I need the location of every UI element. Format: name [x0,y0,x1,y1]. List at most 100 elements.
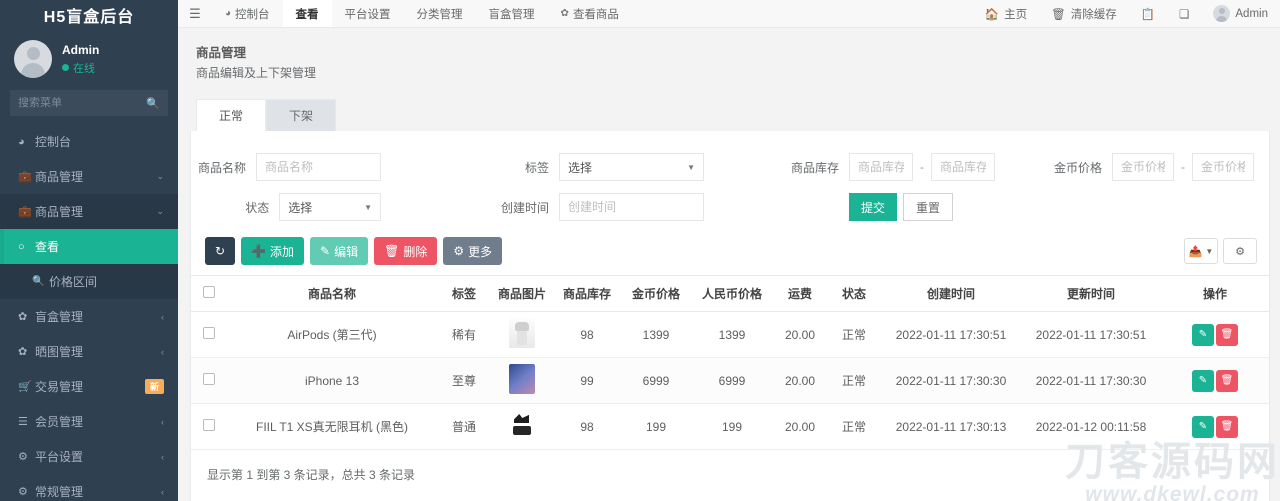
more-button[interactable]: ⚙ 更多 [443,237,502,265]
sidebar-item-label: 商品管理 [35,168,156,185]
tab-platform-settings[interactable]: 平台设置 [332,0,404,27]
coin-price-to-input[interactable] [1192,153,1254,181]
user-menu[interactable]: Admin [1201,0,1280,27]
row-select-cell[interactable] [191,404,227,450]
expand-icon: ❏ [1179,7,1189,21]
status-badge: 新 [145,379,164,394]
plus-icon: ➕ [251,244,266,258]
row-select-cell[interactable] [191,312,227,358]
tab-blindbox-management[interactable]: 盲盒管理 [476,0,548,27]
sidebar-item-label: 会员管理 [35,413,161,430]
sidebar-item-photo-management[interactable]: ✿ 晒图管理 ‹ [0,334,178,369]
online-dot-icon [62,64,69,71]
row-checkbox[interactable] [203,373,215,385]
column-product-name[interactable]: 商品名称 [227,276,437,312]
table-row[interactable]: iPhone 13 至尊 99 6999 6999 20.00 正常 2022-… [191,358,1269,404]
pencil-icon: ✎ [1199,375,1207,386]
table-row[interactable]: FIIL T1 XS真无限耳机 (黑色) 普通 98 199 199 20.00… [191,404,1269,450]
row-delete-button[interactable]: 🗑 [1216,416,1238,438]
cell-shipping: 20.00 [773,358,827,404]
tab-dashboard[interactable]: ◕ 控制台 [212,0,283,27]
column-select-all[interactable] [191,276,227,312]
status-select[interactable]: 选择 ▼ [279,193,381,221]
home-button[interactable]: 🏠 主页 [973,0,1039,27]
sidebar-item-platform-settings[interactable]: ⚙ 平台设置 ‹ [0,439,178,474]
table-row[interactable]: AirPods (第三代) 稀有 98 1399 1399 20.00 正常 2… [191,312,1269,358]
row-delete-button[interactable]: 🗑 [1216,324,1238,346]
sidebar-item-view[interactable]: ○ 查看 [0,229,178,264]
column-shipping[interactable]: 运费 [773,276,827,312]
tag-label: 标签 [499,159,559,176]
sidebar-item-general-management[interactable]: ⚙ 常规管理 ‹ [0,474,178,501]
tag-select[interactable]: 选择 ▼ [559,153,704,181]
sidebar-item-transaction-management[interactable]: 🛒 交易管理 新 [0,369,178,404]
create-time-input[interactable] [559,193,704,221]
hamburger-menu-icon[interactable]: ☰ [178,0,212,27]
profile-status: 在线 [62,60,99,76]
pencil-icon: ✎ [1199,421,1207,432]
stock-from-input[interactable] [849,153,913,181]
columns-button[interactable]: ⚙ [1223,238,1257,264]
row-edit-button[interactable]: ✎ [1192,416,1214,438]
stock-to-input[interactable] [931,153,995,181]
profile-name: Admin [62,43,99,57]
sidebar-search[interactable]: 🔍 [10,90,168,116]
product-name-input[interactable] [256,153,381,181]
tab-normal[interactable]: 正常 [196,99,266,131]
search-input[interactable] [18,97,138,109]
column-created[interactable]: 创建时间 [881,276,1021,312]
clear-cache-button[interactable]: 🗑 清除缓存 [1039,0,1129,27]
edit-label: 编辑 [334,243,358,260]
fullscreen-button[interactable]: ❏ [1167,0,1201,27]
pencil-icon: ✎ [1199,329,1207,340]
list-icon: ☰ [18,415,35,428]
column-rmb-price[interactable]: 人民币价格 [691,276,773,312]
sidebar-item-member-management[interactable]: ☰ 会员管理 ‹ [0,404,178,439]
cell-status: 正常 [827,404,881,450]
refresh-button[interactable]: ↻ [205,237,235,265]
export-button[interactable]: 📤 ▼ [1184,238,1218,264]
column-tag[interactable]: 标签 [437,276,491,312]
status-label: 状态 [191,199,279,216]
chevron-left-icon: ‹ [161,452,164,462]
column-stock[interactable]: 商品库存 [553,276,621,312]
row-checkbox[interactable] [203,419,215,431]
gears-icon: ⚙ [18,450,35,463]
column-updated[interactable]: 更新时间 [1021,276,1161,312]
tab-view-products[interactable]: ✿ 查看商品 [548,0,632,27]
sidebar-item-blindbox-management[interactable]: ✿ 盲盒管理 ‹ [0,299,178,334]
column-coin-price[interactable]: 金币价格 [621,276,691,312]
cell-coin-price: 6999 [621,358,691,404]
product-thumbnail [509,364,535,394]
tab-view[interactable]: 查看 [283,0,332,27]
tab-label: 控制台 [235,6,270,22]
sidebar-item-price-range[interactable]: 🔍 价格区间 [0,264,178,299]
coin-price-from-input[interactable] [1112,153,1174,181]
row-delete-button[interactable]: 🗑 [1216,370,1238,392]
sidebar-item-product-management-1[interactable]: 💼 商品管理 ⌄ [0,159,178,194]
row-edit-button[interactable]: ✎ [1192,370,1214,392]
status-select-value: 选择 [288,199,312,216]
gift-icon: ✿ [18,310,35,323]
row-checkbox[interactable] [203,327,215,339]
column-product-image[interactable]: 商品图片 [491,276,553,312]
cell-created: 2022-01-11 17:30:13 [881,404,1021,450]
tab-category-management[interactable]: 分类管理 [404,0,476,27]
select-all-checkbox[interactable] [203,286,215,298]
reset-button[interactable]: 重置 [903,193,953,221]
edit-button[interactable]: ✎ 编辑 [310,237,368,265]
delete-button[interactable]: 🗑 删除 [374,237,437,265]
copy-button[interactable]: 📋 [1129,0,1167,27]
column-status[interactable]: 状态 [827,276,881,312]
sidebar-item-product-management-2[interactable]: 💼 商品管理 ⌄ [0,194,178,229]
sidebar-item-dashboard[interactable]: ◕ 控制台 [0,124,178,159]
submit-button[interactable]: 提交 [849,193,897,221]
row-edit-button[interactable]: ✎ [1192,324,1214,346]
column-actions[interactable]: 操作 [1161,276,1269,312]
row-select-cell[interactable] [191,358,227,404]
tab-offshelf[interactable]: 下架 [266,99,336,131]
table-toolbar: ↻ ➕ 添加 ✎ 编辑 🗑 删除 ⚙ 更多 [191,229,1269,275]
sidebar-profile[interactable]: Admin 在线 [0,28,178,88]
cell-product-image [491,358,553,404]
add-button[interactable]: ➕ 添加 [241,237,304,265]
